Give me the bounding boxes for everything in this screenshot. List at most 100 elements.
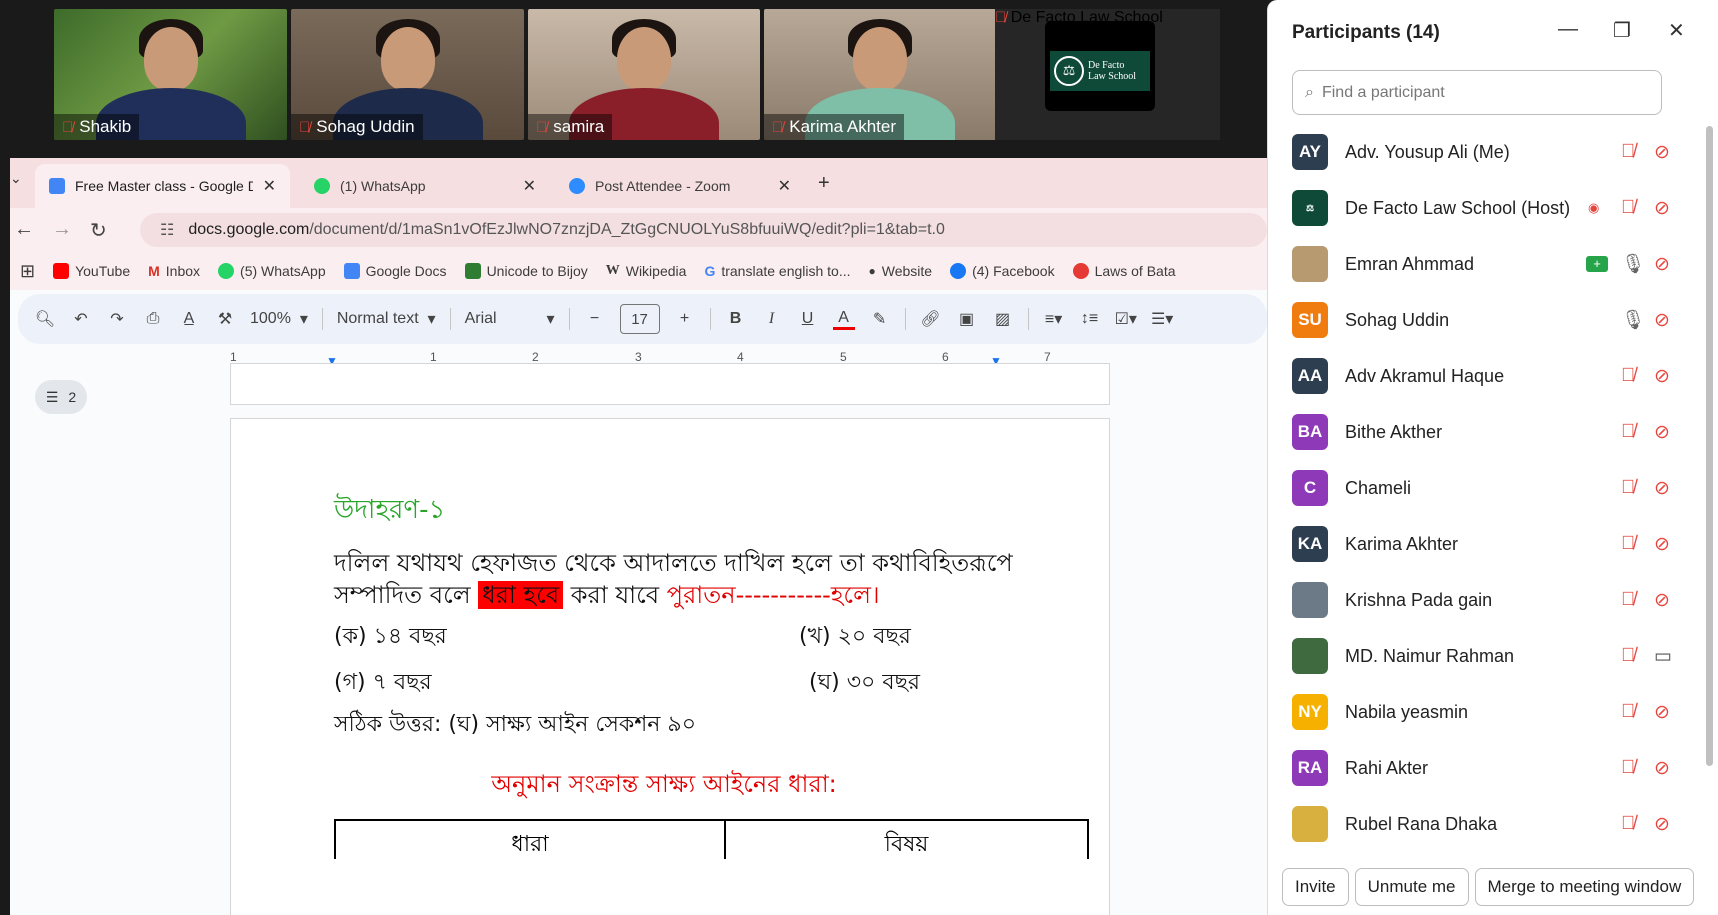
spellcheck-icon[interactable]: A̲ [178,310,200,328]
tab-search-icon[interactable]: ⌄ [10,170,22,187]
insert-image-icon[interactable]: ▨ [992,309,1014,329]
address-bar[interactable]: ☷ docs.google.com/document/d/1maSn1vOfEz… [140,213,1267,247]
mic-muted-icon[interactable]: 🎙̸ [1621,813,1635,835]
mic-muted-icon[interactable]: 🎙̸ [1621,589,1635,611]
decrease-font-size-button[interactable]: − [584,310,606,328]
video-off-icon[interactable]: ⊘ [1654,421,1670,444]
font-size-input[interactable]: 17 [619,304,660,334]
font-select[interactable]: Arial ▾ [465,309,555,329]
participant-row[interactable]: Krishna Pada gain 🎙̸ ⊘ [1268,572,1708,628]
participant-row[interactable]: RA Rahi Akter 🎙̸ ⊘ [1268,740,1708,796]
outline-button[interactable]: ☰ 2 [35,380,87,414]
style-select[interactable]: Normal text ▾ [337,309,436,329]
search-menus-icon[interactable]: 🔍︎ [34,309,56,329]
scrollbar-thumb[interactable] [1706,126,1713,766]
participant-row[interactable]: Emran Ahmmad + 🎙 ⊘ [1268,236,1708,292]
mic-on-icon[interactable]: 🎙 [1621,252,1645,276]
video-tile-samira[interactable]: 🎙̸ samira [528,9,760,140]
bookmark-unicode-bijoy[interactable]: Unicode to Bijoy [464,263,588,279]
tab-google-docs[interactable]: Free Master class - Google Doc ✕ [35,164,290,208]
video-off-icon[interactable]: ⊘ [1654,365,1670,388]
mic-muted-icon[interactable]: 🎙̸ [1621,365,1635,387]
bookmark-whatsapp[interactable]: (5) WhatsApp [218,263,326,279]
forward-arrow-icon[interactable]: → [52,218,72,241]
participant-row[interactable]: MD. Naimur Rahman 🎙̸ ▭ [1268,628,1708,684]
video-off-icon[interactable]: ⊘ [1654,309,1670,332]
add-comment-icon[interactable]: ▣ [956,309,978,329]
video-off-icon[interactable]: ⊘ [1654,757,1670,780]
participant-row[interactable]: KA Karima Akhter 🎙̸ ⊘ [1268,516,1708,572]
participant-search-input[interactable]: ⌕ Find a participant [1292,70,1662,115]
participant-row[interactable]: C Chameli 🎙̸ ⊘ [1268,460,1708,516]
bold-button[interactable]: B [725,310,747,328]
apps-grid-icon[interactable]: ⊞ [20,261,35,282]
mic-muted-icon[interactable]: 🎙̸ [1621,477,1635,499]
back-arrow-icon[interactable]: ← [14,218,34,241]
mic-on-icon[interactable]: 🎙 [1621,308,1645,332]
video-tile-karima[interactable]: 🎙̸ Karima Akhter [764,9,996,140]
print-icon[interactable]: ⎙ [142,310,164,328]
video-tile-de-facto[interactable]: ⚖ De Facto Law School 🎙̸ De Facto Law Sc… [995,9,1220,140]
close-icon[interactable]: ✕ [1668,18,1685,43]
bookmark-google-docs[interactable]: Google Docs [343,263,447,279]
highlight-color-icon[interactable]: ✎ [869,309,891,329]
participant-row[interactable]: AA Adv Akramul Haque 🎙̸ ⊘ [1268,348,1708,404]
text-color-button[interactable]: A [832,309,855,330]
tab-zoom[interactable]: Post Attendee - Zoom ✕ [555,164,805,208]
site-settings-icon[interactable]: ☷ [160,220,174,240]
video-tile-shakib[interactable]: 🎙̸ Shakib [54,9,287,140]
participant-row[interactable]: Rubel Rana Dhaka 🎙̸ ⊘ [1268,796,1708,852]
video-off-icon[interactable]: ⊘ [1654,477,1670,500]
video-off-icon[interactable]: ⊘ [1654,533,1670,556]
video-off-icon[interactable]: ⊘ [1654,141,1670,164]
tab-close-icon[interactable]: ✕ [523,176,536,196]
bookmark-translate[interactable]: Gtranslate english to... [704,263,850,279]
italic-button[interactable]: I [761,310,783,328]
mic-muted-icon[interactable]: 🎙̸ [1621,197,1635,219]
redo-icon[interactable]: ↷ [106,309,128,329]
participant-row[interactable]: ⚖ De Facto Law School (Host) ◉ 🎙̸ ⊘ [1268,180,1708,236]
video-off-icon[interactable]: ⊘ [1654,813,1670,836]
bookmark-inbox[interactable]: M Inbox [148,263,200,279]
participant-list-scrollbar[interactable] [1704,120,1714,766]
zoom-select[interactable]: 100% ▾ [250,309,308,329]
video-off-icon[interactable]: ⊘ [1654,197,1670,220]
increase-font-size-button[interactable]: + [674,310,696,328]
invite-button[interactable]: Invite [1282,868,1349,906]
unmute-me-button[interactable]: Unmute me [1354,868,1469,906]
bookmark-facebook[interactable]: (4) Facebook [950,263,1055,279]
popout-icon[interactable]: ❐ [1613,18,1631,43]
mic-muted-icon[interactable]: 🎙̸ [1621,533,1635,555]
minimize-icon[interactable]: — [1558,18,1578,41]
reload-icon[interactable]: ↻ [90,218,107,243]
mic-muted-icon[interactable]: 🎙̸ [1621,421,1635,443]
bookmark-youtube[interactable]: YouTube [53,263,130,279]
mic-muted-icon[interactable]: 🎙̸ [1621,141,1635,163]
document-page[interactable]: উদাহরণ-১ দলিল যথাযথ হেফাজত থেকে আদালতে দ… [230,418,1110,915]
video-off-icon[interactable]: ⊘ [1654,701,1670,724]
underline-button[interactable]: U [797,310,819,328]
align-icon[interactable]: ≡▾ [1043,309,1065,329]
checklist-icon[interactable]: ☑▾ [1115,309,1137,329]
video-off-icon[interactable]: ⊘ [1654,589,1670,612]
participant-row[interactable]: SU Sohag Uddin 🎙 ⊘ [1268,292,1708,348]
line-spacing-icon[interactable]: ↕≡ [1079,310,1101,328]
participant-row[interactable]: AY Adv. Yousup Ali (Me) 🎙̸ ⊘ [1268,124,1708,180]
mic-muted-icon[interactable]: 🎙̸ [1621,701,1635,723]
bookmark-website[interactable]: ● Website [869,263,933,279]
video-on-icon[interactable]: ▭ [1654,645,1672,668]
section-table[interactable]: ধারা বিষয় [334,819,1089,859]
document-body[interactable]: উদাহরণ-১ দলিল যথাযথ হেফাজত থেকে আদালতে দ… [334,489,1094,806]
participant-row[interactable]: BA Bithe Akther 🎙̸ ⊘ [1268,404,1708,460]
mic-muted-icon[interactable]: 🎙̸ [1621,645,1635,667]
bulleted-list-icon[interactable]: ☰▾ [1151,309,1173,329]
tab-close-icon[interactable]: ✕ [263,176,276,196]
insert-link-icon[interactable]: 🔗︎ [920,309,942,329]
mic-muted-icon[interactable]: 🎙̸ [1621,757,1635,779]
undo-icon[interactable]: ↶ [70,309,92,329]
paint-format-icon[interactable]: ⚒ [214,309,236,329]
tab-whatsapp[interactable]: (1) WhatsApp ✕ [300,164,550,208]
tab-close-icon[interactable]: ✕ [778,176,791,196]
merge-to-meeting-window-button[interactable]: Merge to meeting window [1474,868,1695,906]
video-tile-sohag[interactable]: 🎙̸ Sohag Uddin [291,9,524,140]
